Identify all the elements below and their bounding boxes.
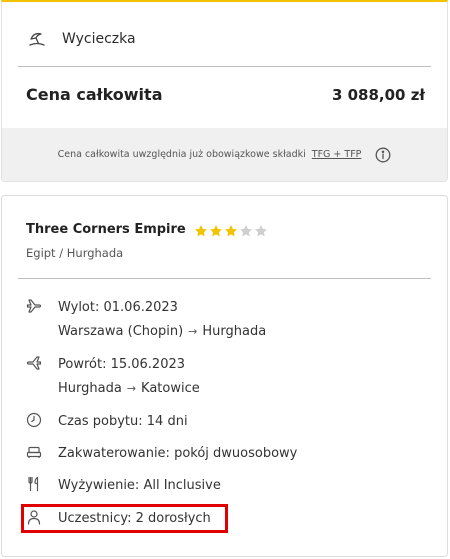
plane-departure-icon — [26, 298, 42, 314]
beach-umbrella-icon — [28, 30, 46, 48]
return-date: Powrót: 15.06.2023 — [58, 357, 186, 372]
price-summary-card: Wycieczka Cena całkowita 3 088,00 zł Cen… — [1, 0, 448, 182]
trip-label: Wycieczka — [62, 31, 136, 47]
departure-route: Warszawa (Chopin) → Hurghada — [58, 320, 266, 344]
fees-note-link[interactable]: TFG + TFP — [312, 149, 362, 160]
accommodation-text: Zakwaterowanie: pokój dwuosobowy — [58, 446, 298, 461]
divider — [18, 66, 431, 67]
total-price-value: 3 088,00 zł — [331, 85, 425, 104]
booking-summary-page: Wycieczka Cena całkowita 3 088,00 zł Cen… — [0, 0, 450, 559]
bed-icon — [26, 444, 42, 460]
arrow-right-icon: → — [126, 382, 137, 395]
departure-to: Hurghada — [202, 324, 267, 339]
return-route: Hurghada → Katowice — [58, 377, 200, 401]
cutlery-icon — [26, 476, 42, 492]
star-filled-icon — [209, 223, 223, 237]
departure-date: Wylot: 01.06.2023 — [58, 300, 178, 315]
return-to: Katowice — [141, 381, 200, 396]
return-detail: Powrót: 15.06.2023 Hurghada → Katowice — [26, 353, 200, 401]
board-detail: Wyżywienie: All Inclusive — [26, 474, 221, 498]
fees-note: Cena całkowita uwzględnia już obowiązkow… — [2, 128, 447, 181]
info-icon[interactable] — [375, 147, 391, 163]
star-empty-icon — [239, 223, 253, 237]
board-text: Wyżywienie: All Inclusive — [58, 478, 221, 493]
clock-icon — [26, 412, 42, 428]
plane-arrival-icon — [26, 355, 42, 371]
participants-highlight — [21, 504, 228, 533]
star-filled-icon — [224, 223, 238, 237]
duration-detail: Czas pobytu: 14 dni — [26, 410, 188, 434]
total-price-label: Cena całkowita — [26, 85, 163, 104]
trip-row: Wycieczka — [28, 28, 136, 50]
hotel-rating — [194, 223, 268, 237]
departure-detail: Wylot: 01.06.2023 Warszawa (Chopin) → Hu… — [26, 296, 266, 344]
arrow-right-icon: → — [188, 325, 198, 338]
fees-note-text: Cena całkowita uwzględnia już obowiązkow… — [57, 149, 306, 160]
hotel-header: Three Corners Empire — [26, 222, 268, 237]
departure-from: Warszawa (Chopin) — [58, 324, 184, 339]
star-filled-icon — [194, 223, 208, 237]
hotel-location: Egipt / Hurghada — [26, 246, 124, 260]
divider — [18, 278, 431, 279]
accommodation-detail: Zakwaterowanie: pokój dwuosobowy — [26, 442, 297, 466]
duration-text: Czas pobytu: 14 dni — [58, 414, 188, 429]
star-empty-icon — [254, 223, 268, 237]
total-price-row: Cena całkowita 3 088,00 zł — [26, 85, 425, 104]
hotel-name: Three Corners Empire — [26, 222, 186, 237]
return-from: Hurghada — [58, 381, 122, 396]
hotel-details-card: Three Corners Empire Egipt / Hurghada Wy… — [1, 195, 448, 557]
